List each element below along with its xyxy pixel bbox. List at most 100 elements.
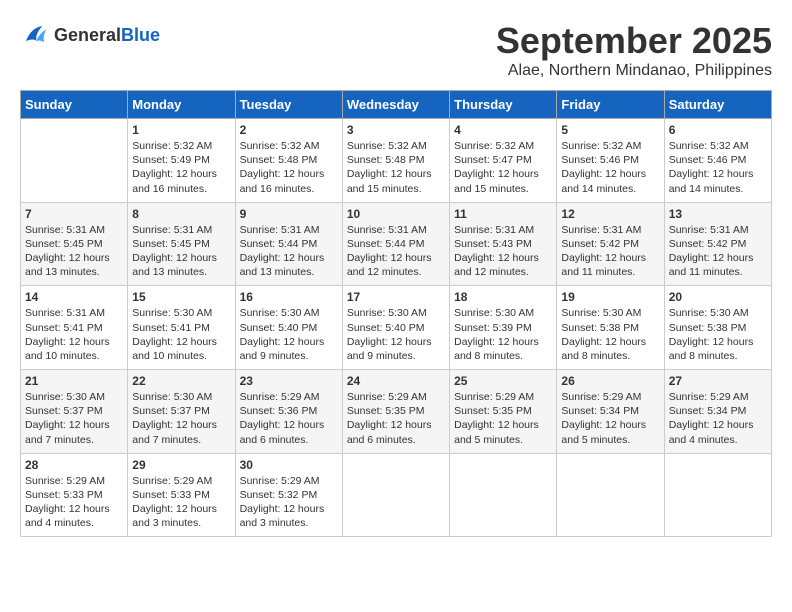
day-number: 16 <box>240 290 338 304</box>
day-number: 15 <box>132 290 230 304</box>
day-number: 26 <box>561 374 659 388</box>
cell-info: Sunrise: 5:32 AMSunset: 5:49 PMDaylight:… <box>132 139 230 196</box>
day-number: 7 <box>25 207 123 221</box>
cell-info: Sunrise: 5:30 AMSunset: 5:37 PMDaylight:… <box>25 390 123 447</box>
day-number: 1 <box>132 123 230 137</box>
calendar-cell: 3 Sunrise: 5:32 AMSunset: 5:48 PMDaylight… <box>342 119 449 203</box>
day-number: 18 <box>454 290 552 304</box>
calendar-cell: 17 Sunrise: 5:30 AMSunset: 5:40 PMDayligh… <box>342 286 449 370</box>
day-number: 20 <box>669 290 767 304</box>
cell-info: Sunrise: 5:29 AMSunset: 5:35 PMDaylight:… <box>347 390 445 447</box>
cell-info: Sunrise: 5:31 AMSunset: 5:42 PMDaylight:… <box>561 223 659 280</box>
week-row-4: 21 Sunrise: 5:30 AMSunset: 5:37 PMDayligh… <box>21 370 772 454</box>
day-number: 29 <box>132 458 230 472</box>
calendar-cell: 30 Sunrise: 5:29 AMSunset: 5:32 PMDayligh… <box>235 453 342 537</box>
cell-info: Sunrise: 5:30 AMSunset: 5:39 PMDaylight:… <box>454 306 552 363</box>
location-title: Alae, Northern Mindanao, Philippines <box>496 62 772 80</box>
day-number: 23 <box>240 374 338 388</box>
cell-info: Sunrise: 5:30 AMSunset: 5:40 PMDaylight:… <box>347 306 445 363</box>
col-header-wednesday: Wednesday <box>342 91 449 119</box>
day-number: 5 <box>561 123 659 137</box>
cell-info: Sunrise: 5:29 AMSunset: 5:36 PMDaylight:… <box>240 390 338 447</box>
cell-info: Sunrise: 5:30 AMSunset: 5:38 PMDaylight:… <box>669 306 767 363</box>
calendar-cell: 8Sunrise: 5:31 AMSunset: 5:45 PMDaylight… <box>128 202 235 286</box>
col-header-tuesday: Tuesday <box>235 91 342 119</box>
calendar-cell: 26 Sunrise: 5:29 AMSunset: 5:34 PMDayligh… <box>557 370 664 454</box>
cell-info: Sunrise: 5:29 AMSunset: 5:34 PMDaylight:… <box>561 390 659 447</box>
day-number: 19 <box>561 290 659 304</box>
logo-blue: Blue <box>121 25 160 45</box>
cell-info: Sunrise: 5:29 AMSunset: 5:34 PMDaylight:… <box>669 390 767 447</box>
cell-info: Sunrise: 5:31 AMSunset: 5:44 PMDaylight:… <box>240 223 338 280</box>
day-number: 17 <box>347 290 445 304</box>
cell-info: Sunrise: 5:29 AMSunset: 5:33 PMDaylight:… <box>132 474 230 531</box>
cell-info: Sunrise: 5:29 AMSunset: 5:32 PMDaylight:… <box>240 474 338 531</box>
calendar-cell: 9 Sunrise: 5:31 AMSunset: 5:44 PMDaylight… <box>235 202 342 286</box>
cell-info: Sunrise: 5:31 AMSunset: 5:45 PMDaylight:… <box>25 223 123 280</box>
calendar-cell: 18 Sunrise: 5:30 AMSunset: 5:39 PMDayligh… <box>450 286 557 370</box>
cell-info: Sunrise: 5:29 AMSunset: 5:35 PMDaylight:… <box>454 390 552 447</box>
page-header: GeneralBlue September 2025 Alae, Norther… <box>20 20 772 80</box>
logo: GeneralBlue <box>20 20 160 50</box>
calendar-cell: 28 Sunrise: 5:29 AMSunset: 5:33 PMDayligh… <box>21 453 128 537</box>
calendar-cell: 29 Sunrise: 5:29 AMSunset: 5:33 PMDayligh… <box>128 453 235 537</box>
day-number: 21 <box>25 374 123 388</box>
title-block: September 2025 Alae, Northern Mindanao, … <box>496 20 772 80</box>
day-number: 12 <box>561 207 659 221</box>
day-number: 10 <box>347 207 445 221</box>
cell-info: Sunrise: 5:32 AMSunset: 5:46 PMDaylight:… <box>669 139 767 196</box>
calendar-cell: 6 Sunrise: 5:32 AMSunset: 5:46 PMDaylight… <box>664 119 771 203</box>
day-number: 25 <box>454 374 552 388</box>
calendar-cell: 19 Sunrise: 5:30 AMSunset: 5:38 PMDayligh… <box>557 286 664 370</box>
day-number: 28 <box>25 458 123 472</box>
calendar-cell: 1 Sunrise: 5:32 AMSunset: 5:49 PMDaylight… <box>128 119 235 203</box>
calendar-cell: 14Sunrise: 5:31 AMSunset: 5:41 PMDayligh… <box>21 286 128 370</box>
day-number: 24 <box>347 374 445 388</box>
day-number: 9 <box>240 207 338 221</box>
calendar-cell: 24 Sunrise: 5:29 AMSunset: 5:35 PMDayligh… <box>342 370 449 454</box>
col-header-sunday: Sunday <box>21 91 128 119</box>
calendar-cell: 21 Sunrise: 5:30 AMSunset: 5:37 PMDayligh… <box>21 370 128 454</box>
calendar-cell: 23 Sunrise: 5:29 AMSunset: 5:36 PMDayligh… <box>235 370 342 454</box>
day-number: 2 <box>240 123 338 137</box>
month-title: September 2025 <box>496 20 772 62</box>
week-row-2: 7 Sunrise: 5:31 AMSunset: 5:45 PMDaylight… <box>21 202 772 286</box>
logo-text: GeneralBlue <box>54 25 160 46</box>
cell-info: Sunrise: 5:31 AMSunset: 5:42 PMDaylight:… <box>669 223 767 280</box>
calendar-cell: 5 Sunrise: 5:32 AMSunset: 5:46 PMDaylight… <box>557 119 664 203</box>
week-row-5: 28 Sunrise: 5:29 AMSunset: 5:33 PMDayligh… <box>21 453 772 537</box>
day-number: 22 <box>132 374 230 388</box>
day-number: 14 <box>25 290 123 304</box>
cell-info: Sunrise: 5:30 AMSunset: 5:41 PMDaylight:… <box>132 306 230 363</box>
week-row-1: 1 Sunrise: 5:32 AMSunset: 5:49 PMDaylight… <box>21 119 772 203</box>
calendar-cell <box>664 453 771 537</box>
calendar-cell: 16 Sunrise: 5:30 AMSunset: 5:40 PMDayligh… <box>235 286 342 370</box>
day-number: 4 <box>454 123 552 137</box>
calendar-cell: 15 Sunrise: 5:30 AMSunset: 5:41 PMDayligh… <box>128 286 235 370</box>
calendar-header-row: SundayMondayTuesdayWednesdayThursdayFrid… <box>21 91 772 119</box>
calendar-cell: 20 Sunrise: 5:30 AMSunset: 5:38 PMDayligh… <box>664 286 771 370</box>
col-header-monday: Monday <box>128 91 235 119</box>
cell-info: Sunrise: 5:31 AMSunset: 5:43 PMDaylight:… <box>454 223 552 280</box>
day-number: 6 <box>669 123 767 137</box>
calendar-cell: 22 Sunrise: 5:30 AMSunset: 5:37 PMDayligh… <box>128 370 235 454</box>
cell-info: Sunrise: 5:30 AMSunset: 5:37 PMDaylight:… <box>132 390 230 447</box>
cell-info: Sunrise: 5:32 AMSunset: 5:46 PMDaylight:… <box>561 139 659 196</box>
calendar-cell: 11 Sunrise: 5:31 AMSunset: 5:43 PMDayligh… <box>450 202 557 286</box>
cell-info: Sunrise: 5:30 AMSunset: 5:40 PMDaylight:… <box>240 306 338 363</box>
calendar-cell <box>450 453 557 537</box>
cell-info: Sunrise: 5:31 AMSunset: 5:45 PMDaylight:… <box>132 223 230 280</box>
calendar-table: SundayMondayTuesdayWednesdayThursdayFrid… <box>20 90 772 537</box>
day-number: 11 <box>454 207 552 221</box>
cell-info: Sunrise: 5:31 AMSunset: 5:44 PMDaylight:… <box>347 223 445 280</box>
calendar-cell: 4Sunrise: 5:32 AMSunset: 5:47 PMDaylight… <box>450 119 557 203</box>
cell-info: Sunrise: 5:29 AMSunset: 5:33 PMDaylight:… <box>25 474 123 531</box>
col-header-thursday: Thursday <box>450 91 557 119</box>
col-header-friday: Friday <box>557 91 664 119</box>
day-number: 3 <box>347 123 445 137</box>
cell-info: Sunrise: 5:30 AMSunset: 5:38 PMDaylight:… <box>561 306 659 363</box>
cell-info: Sunrise: 5:32 AMSunset: 5:48 PMDaylight:… <box>347 139 445 196</box>
calendar-cell: 27Sunrise: 5:29 AMSunset: 5:34 PMDayligh… <box>664 370 771 454</box>
col-header-saturday: Saturday <box>664 91 771 119</box>
day-number: 30 <box>240 458 338 472</box>
